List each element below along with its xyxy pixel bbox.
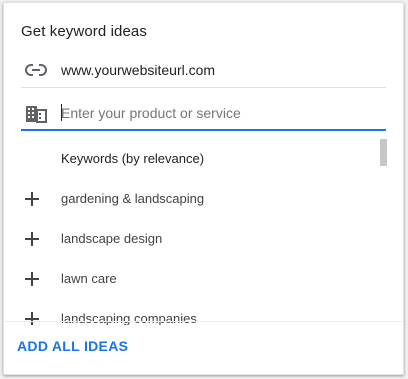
keyword-ideas-panel: Get keyword ideas www.yourwebsiteurl.com… [3, 2, 404, 375]
add-all-ideas-button[interactable]: ADD ALL IDEAS [17, 338, 128, 354]
keyword-list[interactable]: Keywords (by relevance) gardening & land… [4, 139, 403, 325]
keyword-label: lawn care [61, 271, 117, 286]
keyword-label: landscape design [61, 231, 163, 246]
plus-icon[interactable] [24, 271, 40, 287]
plus-icon[interactable] [24, 231, 40, 247]
link-icon [25, 64, 47, 76]
panel-footer: ADD ALL IDEAS [4, 321, 403, 374]
scrollbar-thumb[interactable] [380, 139, 387, 166]
website-row[interactable]: www.yourwebsiteurl.com [21, 55, 386, 88]
keyword-item[interactable]: lawn care [4, 259, 403, 299]
product-service-input[interactable] [61, 103, 371, 123]
website-url: www.yourwebsiteurl.com [61, 62, 216, 78]
keyword-item[interactable]: gardening & landscaping [4, 179, 403, 219]
panel-title: Get keyword ideas [21, 23, 147, 40]
product-input-row[interactable] [21, 99, 386, 131]
keyword-item[interactable]: landscape design [4, 219, 403, 259]
list-header: Keywords (by relevance) [61, 151, 205, 166]
keyword-label: gardening & landscaping [61, 191, 205, 206]
business-icon [26, 106, 47, 123]
text-caret [61, 104, 62, 121]
plus-icon[interactable] [24, 191, 40, 207]
